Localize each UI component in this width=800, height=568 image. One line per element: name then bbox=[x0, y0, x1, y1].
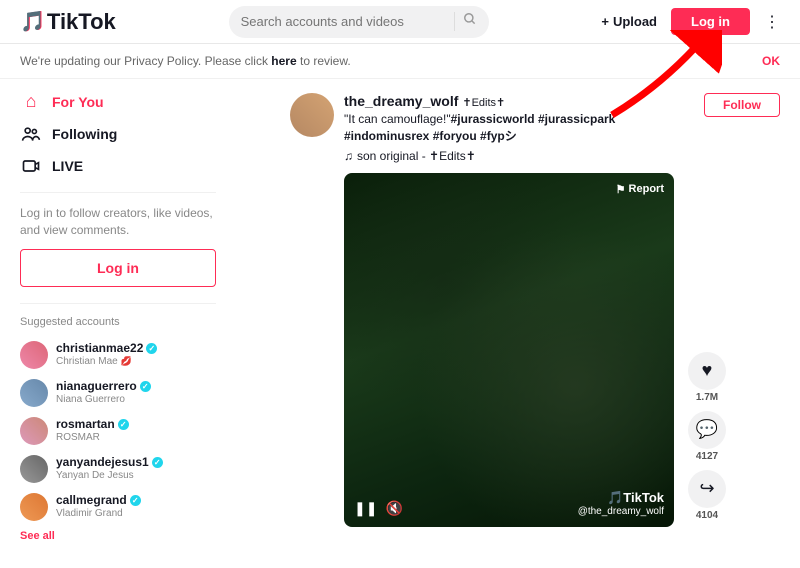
music-icon: ♫ bbox=[344, 149, 353, 163]
logo[interactable]: 🎵TikTok bbox=[20, 9, 116, 35]
post-username[interactable]: the_dreamy_wolf bbox=[344, 93, 458, 109]
suggested-account[interactable]: nianaguerrero✓Niana Guerrero bbox=[20, 374, 216, 412]
watermark: 🎵TikTok @the_dreamy_wolf bbox=[578, 490, 664, 517]
avatar bbox=[20, 455, 48, 483]
post-actions: ♥ 1.7M 💬 4127 ↪ 4104 bbox=[688, 352, 726, 527]
suggested-account[interactable]: yanyandejesus1✓Yanyan De Jesus bbox=[20, 450, 216, 488]
like-count: 1.7M bbox=[696, 392, 718, 403]
logo-note-icon: 🎵 bbox=[20, 9, 45, 34]
search-box[interactable] bbox=[229, 6, 489, 38]
privacy-link[interactable]: here bbox=[271, 54, 296, 68]
account-display-name: Yanyan De Jesus bbox=[56, 470, 163, 482]
share-button[interactable]: ↪ bbox=[688, 470, 726, 508]
verified-icon: ✓ bbox=[130, 495, 141, 506]
account-display-name: Niana Guerrero bbox=[56, 394, 151, 406]
suggested-account[interactable]: rosmartan✓ROSMAR bbox=[20, 412, 216, 450]
sidebar: ⌂For You Following LIVE Log in to follow… bbox=[0, 79, 230, 563]
suggested-title: Suggested accounts bbox=[20, 303, 216, 328]
header: 🎵TikTok +Upload Log in ⋮ bbox=[0, 0, 800, 44]
share-count: 4104 bbox=[696, 510, 718, 521]
verified-icon: ✓ bbox=[152, 457, 163, 468]
nav-following[interactable]: Following bbox=[20, 118, 216, 150]
header-actions: +Upload Log in ⋮ bbox=[601, 8, 780, 35]
follow-button[interactable]: Follow bbox=[704, 93, 780, 117]
nav-for-you[interactable]: ⌂For You bbox=[20, 85, 216, 118]
account-display-name: Vladimir Grand bbox=[56, 508, 141, 520]
avatar bbox=[20, 493, 48, 521]
privacy-bar: We're updating our Privacy Policy. Pleas… bbox=[0, 44, 800, 79]
avatar bbox=[20, 379, 48, 407]
verified-icon: ✓ bbox=[146, 343, 157, 354]
plus-icon: + bbox=[601, 14, 609, 29]
post-caption: "It can camouflage!"#jurassicworld #jura… bbox=[344, 111, 694, 145]
home-icon: ⌂ bbox=[20, 91, 42, 112]
flag-icon: ⚑ bbox=[616, 183, 626, 196]
privacy-text: We're updating our Privacy Policy. Pleas… bbox=[20, 54, 351, 68]
suggested-account[interactable]: christianmae22✓Christian Mae 💋 bbox=[20, 336, 216, 374]
report-button[interactable]: ⚑Report bbox=[616, 183, 664, 196]
post-sound[interactable]: ♫son original - ✝Edits✝ bbox=[344, 149, 694, 163]
account-username: rosmartan✓ bbox=[56, 417, 129, 431]
comment-count: 4127 bbox=[696, 451, 718, 462]
verified-icon: ✓ bbox=[140, 381, 151, 392]
pause-icon[interactable]: ❚❚ bbox=[354, 500, 377, 517]
verified-icon: ✓ bbox=[118, 419, 129, 430]
nav-live[interactable]: LIVE bbox=[20, 150, 216, 182]
avatar bbox=[20, 341, 48, 369]
live-icon bbox=[20, 156, 42, 176]
avatar bbox=[20, 417, 48, 445]
post-header: the_dreamy_wolf ✝Edits✝ "It can camouflag… bbox=[290, 93, 780, 163]
suggested-account[interactable]: callmegrand✓Vladimir Grand bbox=[20, 488, 216, 526]
like-button[interactable]: ♥ bbox=[688, 352, 726, 390]
login-message: Log in to follow creators, like videos, … bbox=[20, 192, 216, 249]
account-display-name: ROSMAR bbox=[56, 432, 129, 444]
account-username: yanyandejesus1✓ bbox=[56, 455, 163, 469]
account-display-name: Christian Mae 💋 bbox=[56, 356, 157, 368]
post-avatar[interactable] bbox=[290, 93, 334, 137]
search-wrap bbox=[116, 6, 602, 38]
more-icon[interactable]: ⋮ bbox=[764, 12, 780, 32]
people-icon bbox=[20, 124, 42, 144]
account-username: callmegrand✓ bbox=[56, 493, 141, 507]
account-username: nianaguerrero✓ bbox=[56, 379, 151, 393]
comment-button[interactable]: 💬 bbox=[688, 411, 726, 449]
upload-button[interactable]: +Upload bbox=[601, 14, 657, 29]
main-feed: the_dreamy_wolf ✝Edits✝ "It can camouflag… bbox=[230, 79, 800, 563]
search-icon[interactable] bbox=[454, 12, 477, 31]
volume-icon[interactable]: 🔇 bbox=[385, 500, 402, 517]
account-username: christianmae22✓ bbox=[56, 341, 157, 355]
privacy-ok-button[interactable]: OK bbox=[762, 54, 780, 68]
video-player[interactable]: ⚑Report ❚❚ 🔇 🎵TikTok @the_dreamy_wolf bbox=[344, 173, 674, 527]
login-button-sidebar[interactable]: Log in bbox=[20, 249, 216, 287]
search-input[interactable] bbox=[241, 14, 450, 29]
see-all-link[interactable]: See all bbox=[20, 526, 216, 550]
post-handle: ✝Edits✝ bbox=[462, 97, 505, 109]
login-button-header[interactable]: Log in bbox=[671, 8, 750, 35]
